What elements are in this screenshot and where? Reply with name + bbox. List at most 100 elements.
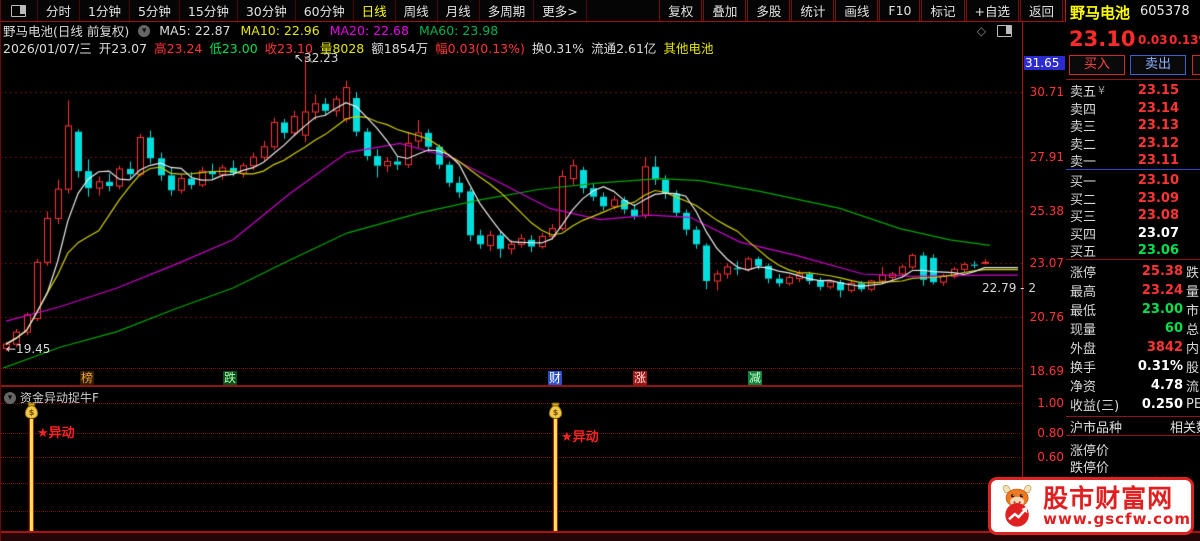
ask-row-2[interactable]: 卖三 23.13: [1066, 117, 1200, 135]
ohlc-segment-6: 额1854万: [371, 40, 429, 56]
stat-row-7: 收益(三)0.250PE: [1070, 397, 1200, 414]
axis-label-1: 27.91: [1029, 150, 1064, 164]
menu-item-2[interactable]: 5分钟: [130, 0, 180, 21]
sub-axis-label-1: 0.80: [1037, 426, 1064, 440]
market-section-header: 沪市品种 相关数: [1066, 416, 1200, 436]
stock-name: 野马电池: [1070, 4, 1131, 22]
chevron-down-icon[interactable]: ▾: [138, 24, 151, 37]
ohlc-segment-10: 其他电池: [663, 40, 714, 56]
event-char-1[interactable]: 跌: [223, 371, 238, 385]
event-char-2[interactable]: 财: [548, 371, 563, 385]
bull-logo-icon: [1002, 485, 1032, 527]
ask-row-3[interactable]: 卖二 23.12: [1066, 135, 1200, 153]
menu-right-item-0[interactable]: 复权: [659, 0, 703, 21]
ohlc-segment-0: 2026/01/07/三: [3, 40, 92, 56]
ask-row-1[interactable]: 卖四 23.14: [1066, 100, 1200, 118]
menu-right-item-7[interactable]: +自选: [965, 0, 1019, 21]
menu-item-3[interactable]: 15分钟: [180, 0, 238, 21]
menu-item-0[interactable]: 分时: [38, 0, 81, 21]
menu-item-1[interactable]: 1分钟: [80, 0, 130, 21]
menu-right-item-4[interactable]: 画线: [835, 0, 879, 21]
sub-axis-label-2: 0.60: [1037, 450, 1064, 464]
menu-right-item-8[interactable]: 返回: [1019, 0, 1063, 21]
price-change: 0.03: [1138, 33, 1168, 47]
chart-annotation-2: 22.79 - 2: [982, 281, 1036, 295]
axis-label-5: 18.69: [1029, 364, 1064, 378]
sell-button[interactable]: 卖出: [1130, 55, 1186, 75]
stat-row-1: 最高 23.24 量: [1070, 283, 1200, 300]
ohlc-segment-7: 幅0.03(0.13%): [435, 40, 525, 56]
ma-label-1: MA10: 22.96: [240, 23, 320, 38]
more-trade-button[interactable]: [1192, 55, 1200, 75]
chevron-down-icon[interactable]: ▾: [4, 391, 16, 404]
menu-right-item-3[interactable]: 统计: [791, 0, 835, 21]
ask-row-0[interactable]: 卖五 ¥23.15: [1066, 82, 1200, 100]
event-char-0[interactable]: 榜: [80, 371, 95, 385]
window-layout-icon[interactable]: [0, 0, 38, 21]
signal-bar-0: [29, 419, 34, 531]
buy-button[interactable]: 买入: [1069, 55, 1125, 75]
sub-axis-label-0: 1.00: [1037, 396, 1064, 410]
menu-item-9[interactable]: 多周期: [480, 0, 535, 21]
axis-label-3: 23.07: [1029, 256, 1064, 270]
svg-text:$: $: [553, 408, 559, 417]
axis-label-0: 30.71: [1029, 85, 1064, 99]
menu-right-item-1[interactable]: 叠加: [703, 0, 747, 21]
bid-row-2[interactable]: 买三 23.08: [1066, 207, 1200, 225]
chart-annotation-1: ←19.45: [6, 342, 51, 356]
ask-row-4[interactable]: 卖一 23.11: [1066, 152, 1200, 170]
watermark-site-url: www.gscfw.com: [1043, 509, 1191, 528]
ohlc-segment-1: 开23.07: [98, 40, 148, 56]
tdx-stock-app: 分时 1分钟 5分钟 15分钟 30分钟 60分钟 日线 周线 月线 多周期 更多> 复权 叠加 多股统…: [0, 0, 1200, 541]
bid-row-4[interactable]: 买五 23.06: [1066, 242, 1200, 260]
chart-info-row: 野马电池(日线 前复权) ▾ MA5: 22.87 MA10: 22.96 MA20…: [0, 22, 1025, 39]
stat-row-5: 换手 0.31% 股: [1070, 359, 1200, 376]
quote-sidebar: 野马电池 605378 23.10 0.03 0.13% 买入 卖出 卖五¥23…: [1065, 0, 1200, 541]
axis-label-4: 20.76: [1029, 310, 1064, 324]
stat-row-6: 净资 4.78 流: [1070, 378, 1200, 395]
menu-item-8[interactable]: 月线: [438, 0, 480, 21]
price-change-pct: 0.13%: [1169, 33, 1200, 47]
signal-label-1: ★异动: [561, 430, 599, 445]
ma-label-2: MA20: 22.68: [329, 23, 409, 38]
menu-item-6[interactable]: 日线: [354, 0, 396, 21]
top-menubar: 分时 1分钟 5分钟 15分钟 30分钟 60分钟 日线 周线 月线 多周期 更多> 复权 叠加 多股统…: [0, 0, 1064, 22]
indicator-subpanel[interactable]: ▾ 资金异动捉牛F $ ★异动 $ ★异动: [0, 387, 1022, 531]
menu-item-10[interactable]: 更多>: [534, 0, 587, 21]
watermark-site-name: 股市财富网: [1043, 483, 1174, 513]
event-char-3[interactable]: 涨: [633, 371, 648, 385]
ohlc-date-row: 2026/01/07/三 开23.07 高23.24 低23.00 收23.10 量802…: [0, 39, 1025, 56]
sub-gridline-4: [0, 511, 1022, 512]
sub-gridline-3: [0, 483, 1022, 484]
divider: [1066, 259, 1200, 260]
book-divider: [1066, 169, 1200, 170]
stat-row-4: 外盘 3842 内: [1070, 340, 1200, 357]
signal-label-0: ★异动: [37, 426, 75, 441]
bid-row-0[interactable]: 买一 23.10: [1066, 172, 1200, 190]
sub-gridline-1: [0, 433, 1022, 434]
split-window-icon[interactable]: [997, 24, 1012, 37]
axis-label-2: 25.38: [1029, 204, 1064, 218]
diamond-icon[interactable]: ◇: [977, 24, 986, 38]
bid-row-1[interactable]: 买二 23.09: [1066, 190, 1200, 208]
yen-icon: ¥: [1098, 84, 1106, 97]
ohlc-segment-9: 流通2.61亿: [591, 40, 657, 56]
ma-label-0: MA5: 22.87: [159, 23, 231, 38]
event-char-4[interactable]: 减: [748, 371, 763, 385]
price-axis: 31.65 30.71 27.91 25.38 23.07 20.76 18.69 1.00 0…: [1022, 22, 1066, 531]
menu-item-7[interactable]: 周线: [396, 0, 438, 21]
menu-right-item-2[interactable]: 多股: [747, 0, 791, 21]
menu-right-item-5[interactable]: F10: [879, 0, 921, 21]
left-border: [0, 0, 1, 541]
divider: [1066, 79, 1200, 80]
stat-row-0: 涨停 25.38 跌: [1070, 264, 1200, 281]
signal-bar-1: [553, 419, 558, 531]
menu-item-5[interactable]: 60分钟: [296, 0, 354, 21]
menu-right-item-6[interactable]: 标记: [921, 0, 965, 21]
menu-item-4[interactable]: 30分钟: [238, 0, 296, 21]
event-chars-row: 榜跌财涨减: [0, 368, 1022, 386]
ohlc-segment-8: 换0.31%: [531, 40, 585, 56]
stat-row-3: 现量 60 总: [1070, 321, 1200, 338]
candlestick-chart[interactable]: [0, 55, 1022, 368]
bid-row-3[interactable]: 买四 23.07: [1066, 225, 1200, 243]
